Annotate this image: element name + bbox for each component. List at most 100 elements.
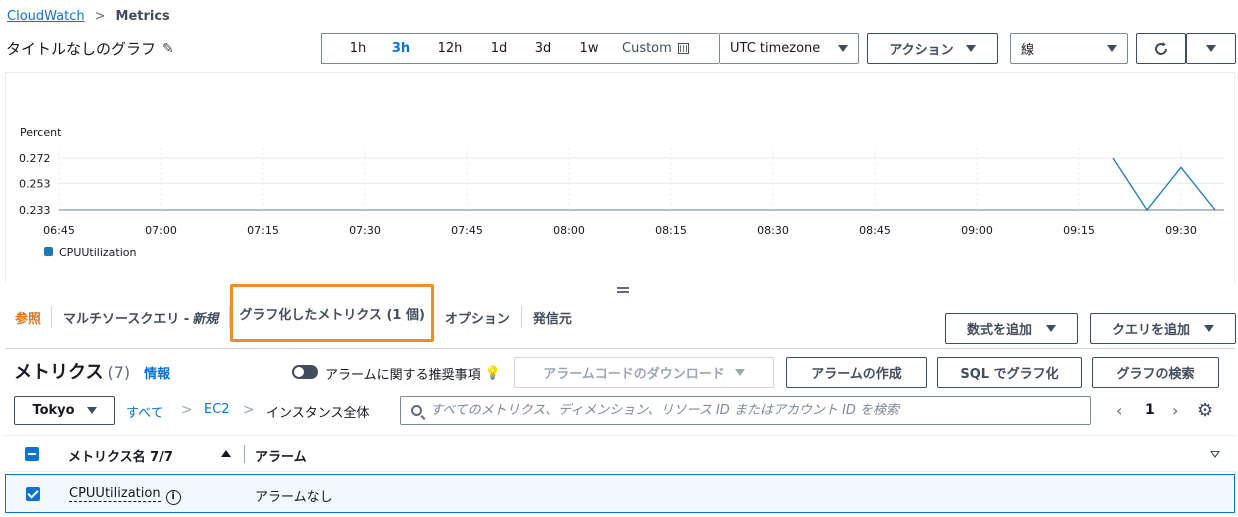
timezone-value: UTC timezone	[730, 41, 821, 56]
graph-title-container: タイトルなしのグラフ ✎	[6, 38, 174, 59]
alarm-recommendations-label: アラームに関する推奨事項	[325, 368, 481, 383]
sort-ascending-icon[interactable]	[221, 450, 231, 457]
resize-handle[interactable]	[617, 287, 629, 293]
pagination-next-icon[interactable]: ›	[1172, 401, 1178, 420]
download-alarm-code-label: アラームコードのダウンロード	[543, 367, 725, 382]
refresh-icon	[1155, 41, 1167, 55]
alarm-recommendations-toggle[interactable]	[292, 365, 318, 379]
timezone-select[interactable]: UTC timezone	[719, 33, 859, 64]
metrics-title: メトリクス	[14, 362, 104, 383]
tab-multi-source-label: マルチソースクエリ -	[63, 311, 190, 327]
metrics-info-link[interactable]: 情報	[144, 363, 170, 382]
tab-source[interactable]: 発信元	[522, 296, 583, 338]
breadcrumb-current: Metrics	[115, 8, 170, 24]
x-tick-label: 06:45	[43, 224, 75, 237]
column-header-metric-name[interactable]: メトリクス名 7/7	[68, 446, 173, 465]
filter-path-all[interactable]: すべて	[126, 402, 164, 421]
refresh-options-button[interactable]	[1186, 33, 1236, 64]
chart-container: Percent 0.233 0.253 0.272 06:45 07:00 07:15 07:…	[5, 72, 1235, 282]
chart-type-select[interactable]: 線	[1010, 33, 1128, 64]
select-all-checkbox[interactable]	[25, 447, 39, 461]
info-icon[interactable]: i	[165, 490, 181, 505]
metrics-search-input[interactable]	[430, 403, 1070, 418]
metrics-search-box	[400, 396, 1091, 425]
row-checkbox[interactable]	[26, 487, 40, 501]
filter-path-ec2[interactable]: EC2	[204, 402, 230, 417]
x-tick-label: 07:30	[349, 224, 381, 237]
lightbulb-icon: 💡	[484, 366, 501, 381]
pencil-icon[interactable]: ✎	[162, 41, 174, 57]
calendar-icon	[677, 43, 689, 54]
time-range-1w[interactable]: 1w	[570, 41, 608, 56]
y-tick-label: 0.253	[19, 177, 51, 190]
breadcrumb: CloudWatch > Metrics	[7, 6, 170, 26]
pagination-prev-icon[interactable]: ‹	[1116, 401, 1122, 420]
graph-with-sql-button[interactable]: SQL でグラフ化	[937, 357, 1082, 388]
tab-bar: 参照 マルチソースクエリ - 新規 グラフ化したメトリクス (1 個) オプショ…	[5, 284, 583, 342]
x-tick-label: 07:00	[145, 224, 177, 237]
pagination-current-page[interactable]: 1	[1145, 402, 1155, 418]
chart-type-value: 線	[1021, 43, 1035, 58]
table-row[interactable]: CPUUtilization i アラームなし	[5, 474, 1235, 513]
search-icon	[411, 405, 422, 416]
time-range-3h[interactable]: 3h	[384, 41, 418, 56]
download-alarm-code-button[interactable]: アラームコードのダウンロード	[514, 357, 774, 388]
chevron-right-icon: >	[94, 8, 106, 24]
tab-options[interactable]: オプション	[434, 296, 521, 338]
graph-title: タイトルなしのグラフ	[6, 40, 157, 58]
caret-down-icon	[734, 369, 745, 376]
add-query-label: クエリを追加	[1111, 323, 1190, 338]
gear-icon[interactable]: ⚙	[1197, 400, 1213, 421]
column-options-icon[interactable]	[1210, 451, 1220, 458]
custom-label: Custom	[622, 41, 672, 56]
column-header-alarm[interactable]: アラーム	[255, 446, 307, 465]
legend-swatch	[44, 247, 53, 256]
metrics-count: (7)	[107, 363, 131, 382]
actions-dropdown-button[interactable]: アクション	[867, 33, 998, 64]
y-axis-label: Percent	[20, 126, 62, 139]
filter-path-instances: インスタンス全体	[266, 406, 370, 421]
tab-browse[interactable]: 参照	[5, 296, 51, 338]
metrics-header: メトリクス (7) 情報	[14, 358, 170, 384]
x-tick-label: 09:15	[1063, 224, 1095, 237]
section-divider	[5, 348, 1235, 349]
caret-down-icon	[86, 407, 97, 414]
x-tick-label: 07:45	[451, 224, 483, 237]
y-tick-label: 0.233	[19, 204, 51, 217]
time-range-3d[interactable]: 3d	[516, 41, 570, 56]
region-select[interactable]: Tokyo	[14, 396, 115, 425]
actions-label: アクション	[889, 43, 954, 58]
add-math-button[interactable]: 数式を追加	[945, 313, 1078, 344]
caret-down-icon	[1206, 45, 1216, 52]
time-range-1d[interactable]: 1d	[482, 41, 516, 56]
add-math-label: 数式を追加	[966, 323, 1032, 338]
time-range-12h[interactable]: 12h	[418, 41, 482, 56]
series-line-cpuutilization	[1112, 157, 1216, 212]
time-range-1h[interactable]: 1h	[332, 41, 384, 56]
tab-graphed-metrics[interactable]: グラフ化したメトリクス (1 個)	[230, 284, 434, 342]
caret-down-icon	[1046, 325, 1056, 332]
caret-down-icon	[1204, 325, 1214, 332]
x-tick-label: 08:30	[757, 224, 789, 237]
refresh-button[interactable]	[1136, 33, 1186, 64]
x-tick-label: 07:15	[247, 224, 279, 237]
y-tick-label: 0.272	[19, 152, 51, 165]
metric-name-cell: CPUUtilization i	[69, 486, 181, 505]
tab-new-badge: 新規	[192, 311, 219, 327]
graph-search-button[interactable]: グラフの検索	[1092, 357, 1219, 388]
metrics-table-header: メトリクス名 7/7 アラーム	[5, 435, 1235, 472]
x-tick-label: 09:30	[1165, 224, 1197, 237]
breadcrumb-cloudwatch-link[interactable]: CloudWatch	[7, 9, 85, 24]
create-alarm-button[interactable]: アラームの作成	[786, 357, 927, 388]
column-separator	[244, 445, 245, 463]
add-query-button[interactable]: クエリを追加	[1090, 313, 1236, 344]
x-tick-label: 09:00	[961, 224, 993, 237]
alarm-cell: アラームなし	[255, 490, 333, 505]
caret-down-icon	[1107, 45, 1117, 52]
chevron-right-icon: >	[243, 402, 255, 418]
tab-multi-source-query[interactable]: マルチソースクエリ - 新規	[52, 296, 229, 338]
time-range-custom[interactable]: Custom	[622, 41, 689, 56]
metric-name[interactable]: CPUUtilization	[69, 486, 161, 502]
chevron-right-icon: >	[181, 402, 193, 418]
time-range-selector: 1h 3h 12h 1d 3d 1w Custom	[321, 33, 719, 64]
